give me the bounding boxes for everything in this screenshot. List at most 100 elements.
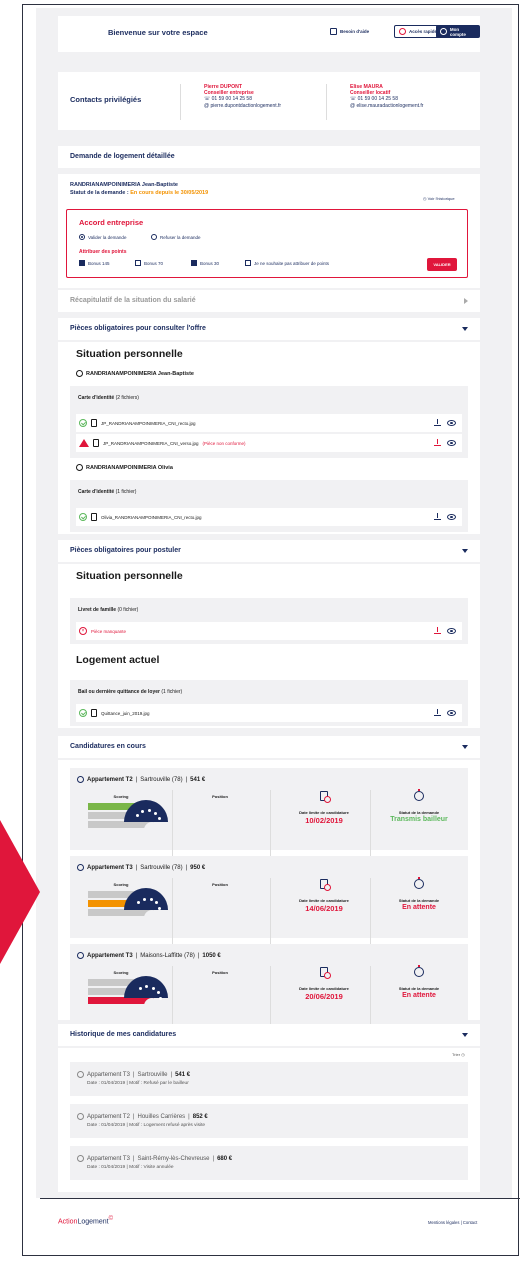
section-demande-title: Demande de logement détaillée xyxy=(58,146,480,168)
validate-button[interactable]: VALIDER xyxy=(427,258,457,271)
scoring-label: Scoring xyxy=(113,882,129,887)
accord-title: Accord entreprise xyxy=(79,218,144,227)
status-value: Transmis bailleur xyxy=(390,816,448,823)
sort-button[interactable]: Trier ◷ xyxy=(452,1052,465,1057)
warning-icon xyxy=(79,439,89,447)
chevron-right-icon xyxy=(464,298,468,304)
help-label: Besoin d'aide xyxy=(340,29,370,34)
logement-heading: Logement actuel xyxy=(76,654,160,666)
status-value: En attente xyxy=(402,992,436,999)
checkbox-no-points[interactable]: Je ne souhaite pas attribuer de points xyxy=(245,260,329,266)
gauge-tick xyxy=(157,816,161,820)
calendar-clock-icon xyxy=(320,791,331,803)
request-status: Statut de la demande : En cours depuis l… xyxy=(70,190,209,196)
chevron-right-icon xyxy=(77,1113,84,1120)
file-icon xyxy=(91,709,97,717)
check-icon xyxy=(79,709,87,717)
history-title: Appartement T3 | Sartrouville | 541 € xyxy=(77,1071,190,1078)
eye-icon[interactable] xyxy=(447,709,456,716)
checkbox-bonus-70[interactable]: Bonus 70 xyxy=(135,260,163,266)
section-candidatures[interactable]: Candidatures en cours xyxy=(58,736,480,758)
contact-email[interactable]: @ pierre.dupontdactionlogement.fr xyxy=(204,103,281,109)
history-title: Appartement T3 | Saint-Rémy-lès-Chevreus… xyxy=(77,1155,232,1162)
file-row[interactable]: JP_RANDRIANAMPOINIMERIA_CNI_verso.jpg (P… xyxy=(76,434,462,452)
error-icon: × xyxy=(79,627,87,635)
radio-validate[interactable]: Valider la demande xyxy=(79,234,126,240)
doc-label: Livret de famille (0 fichier) xyxy=(78,607,139,613)
section-recap[interactable]: Récapitulatif de la situation du salarié xyxy=(58,290,480,312)
chat-icon xyxy=(330,28,337,35)
footer-links[interactable]: Mentions légales | Contact xyxy=(428,1220,477,1225)
applicant-name: RANDRIANAMPOINIMERIA Jean-Baptiste xyxy=(70,182,178,188)
deadline-label: Date limite de candidature xyxy=(299,986,349,991)
status-label: Statut de la demande xyxy=(398,898,440,903)
checkbox-bonus-30[interactable]: Bonus 30 xyxy=(191,260,219,266)
download-icon[interactable] xyxy=(434,439,441,446)
position-label: Position xyxy=(212,882,228,887)
divider xyxy=(172,966,173,1032)
eye-icon[interactable] xyxy=(447,627,456,634)
stopwatch-icon xyxy=(414,789,424,801)
account-button[interactable]: Mon compte xyxy=(436,25,480,38)
quick-access-label: Accès rapides xyxy=(409,29,440,34)
contacts-label: Contacts privilégiés xyxy=(70,95,142,104)
chevron-right-icon xyxy=(77,1155,84,1162)
deadline-label: Date limite de candidature xyxy=(299,898,349,903)
deadline-value: 14/06/2019 xyxy=(305,904,343,913)
candidature-title[interactable]: Appartement T3 | Sartrouville (78) | 950… xyxy=(77,864,205,871)
accord-entreprise-box: Accord entreprise Valider la demande Ref… xyxy=(66,209,468,278)
file-icon xyxy=(93,439,99,447)
chevron-down-icon xyxy=(462,745,468,749)
page-title: Bienvenue sur votre espace xyxy=(108,28,208,37)
download-icon[interactable] xyxy=(434,709,441,716)
check-icon xyxy=(79,513,87,521)
action-logement-logo[interactable]: ActionLogement© xyxy=(58,1216,113,1225)
candidature-title[interactable]: Appartement T3 | Maisons-Laffitte (78) |… xyxy=(77,952,221,959)
download-icon[interactable] xyxy=(434,419,441,426)
gauge-center xyxy=(144,998,160,1014)
history-details: Date : 01/04/2019 | Motif : Visite annul… xyxy=(87,1165,174,1170)
chevron-down-icon xyxy=(462,1033,468,1037)
section-pieces-postuler[interactable]: Pièces obligatoires pour postuler xyxy=(58,540,480,562)
divider xyxy=(370,878,371,944)
deadline-box: Date limite de candidature 20/06/2019 xyxy=(284,964,364,1001)
contact-email[interactable]: @ elise.mauradactionlogement.fr xyxy=(350,103,423,109)
contact-1: Pierre DUPONT Conseiller entreprise ☏ 01… xyxy=(204,84,281,109)
status-box: Statut de la demande En attente xyxy=(376,876,462,911)
doc-label: Carte d'identité (2 fichiers) xyxy=(78,395,139,401)
eye-icon[interactable] xyxy=(447,439,456,446)
section-pieces-offre[interactable]: Pièces obligatoires pour consulter l'off… xyxy=(58,318,480,340)
checkbox-bonus-145[interactable]: Bonus 145 xyxy=(79,260,110,266)
candidature-title[interactable]: Appartement T2 | Sartrouville (78) | 541… xyxy=(77,776,205,783)
file-row[interactable]: Olivia_RANDRIANAMPOINIMERIA_CNI_recto.jp… xyxy=(76,508,462,526)
status-label: Statut de la demande xyxy=(398,810,440,815)
help-button[interactable]: Besoin d'aide xyxy=(326,25,373,38)
contacts-card: Contacts privilégiés Pierre DUPONT Conse… xyxy=(58,72,480,130)
file-row[interactable]: Quittance_juin_2019.jpg xyxy=(76,704,462,722)
radio-refuse[interactable]: Refuser la demande xyxy=(151,234,201,240)
divider xyxy=(270,966,271,1032)
upload-icon[interactable] xyxy=(434,627,441,634)
chevron-right-icon xyxy=(77,952,84,959)
download-icon[interactable] xyxy=(434,513,441,520)
chevron-right-icon xyxy=(77,1071,84,1078)
gauge-tick xyxy=(143,897,147,901)
gauge-center xyxy=(144,822,160,838)
file-row[interactable]: JP_RANDRIANAMPOINIMERIA_CNI_recto.jpg xyxy=(76,414,462,432)
contact-2: Elise MAURA Conseiller locatif ☏ 01 59 0… xyxy=(350,84,423,109)
doc-label: Bail ou dernière quittance de loyer (1 f… xyxy=(78,689,183,695)
history-item[interactable]: Appartement T3 | Sartrouville | 541 € Dat… xyxy=(70,1062,468,1096)
history-item[interactable]: Appartement T2 | Houilles Carrières | 85… xyxy=(70,1104,468,1138)
situation-heading: Situation personnelle xyxy=(76,570,183,582)
user-icon xyxy=(76,370,83,377)
history-link[interactable]: ◷ Voir l'historique xyxy=(423,196,455,201)
status-box: Statut de la demande Transmis bailleur xyxy=(376,788,462,823)
section-historique[interactable]: Historique de mes candidatures xyxy=(58,1024,480,1046)
deadline-label: Date limite de candidature xyxy=(299,810,349,815)
history-item[interactable]: Appartement T3 | Saint-Rémy-lès-Chevreus… xyxy=(70,1146,468,1180)
eye-icon[interactable] xyxy=(447,419,456,426)
scoring-label: Scoring xyxy=(113,970,129,975)
deadline-value: 20/06/2019 xyxy=(305,992,343,1001)
chevron-right-icon xyxy=(77,864,84,871)
eye-icon[interactable] xyxy=(447,513,456,520)
